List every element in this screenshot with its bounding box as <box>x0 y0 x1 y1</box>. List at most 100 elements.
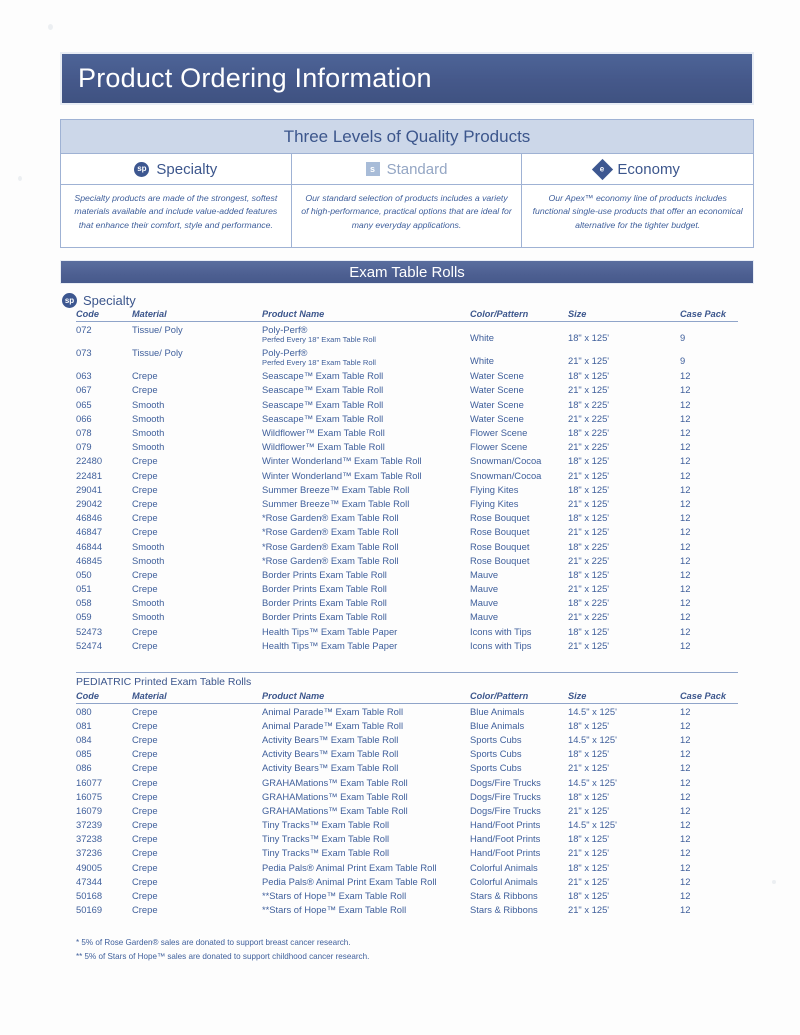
table-row: 080 Crepe Animal Parade™ Exam Table Roll Bl… <box>76 704 738 719</box>
column-header-product-name: Product Name <box>262 309 470 322</box>
column-header-code: Code <box>76 691 132 704</box>
table-row: 066 Smooth Seascape™ Exam Table Roll Water … <box>76 411 738 425</box>
quality-header-economy: e Economy <box>522 154 754 185</box>
cell-case-pack: 12 <box>680 847 691 859</box>
cell-code: 072 <box>76 323 92 335</box>
cell-size: 14.5" x 125' <box>568 733 617 745</box>
product-name-text: Poly-Perf® <box>262 323 308 335</box>
cell-size: 21" x 225' <box>568 412 610 424</box>
table-row: 059 Smooth Border Prints Exam Table Roll Ma… <box>76 610 738 624</box>
cell-product-name: Seascape™ Exam Table Roll <box>262 383 470 397</box>
cell-color-pattern: Hand/Foot Prints <box>470 819 541 831</box>
product-name-text: Winter Wonderland™ Exam Table Roll <box>262 469 422 481</box>
cell-product-name: Pedia Pals® Animal Print Exam Table Roll <box>262 874 470 888</box>
column-header-color-pattern: Color/Pattern <box>470 309 568 322</box>
cell-case-pack: 12 <box>680 819 691 831</box>
quality-column-standard: s Standard Our standard selection of pro… <box>291 154 523 248</box>
cell-size: 18" x 225' <box>568 540 610 552</box>
cell-code: 051 <box>76 583 92 595</box>
cell-product-name: Tiny Tracks™ Exam Table Roll <box>262 832 470 846</box>
cell-case-pack: 12 <box>680 833 691 845</box>
cell-material: Crepe <box>132 847 158 859</box>
product-name-text: Health Tips™ Exam Table Paper <box>262 639 398 651</box>
cell-product-name: Winter Wonderland™ Exam Table Roll <box>262 468 470 482</box>
cell-size: 18" x 225' <box>568 597 610 609</box>
table-row: 46846 Crepe *Rose Garden® Exam Table Roll R… <box>76 511 738 525</box>
pediatric-section-title: PEDIATRIC Printed Exam Table Rolls <box>76 676 252 688</box>
cell-code: 46847 <box>76 526 103 538</box>
cell-size: 18" x 125' <box>568 483 610 495</box>
cell-color-pattern: Mauve <box>470 583 499 595</box>
product-name-text: Pedia Pals® Animal Print Exam Table Roll <box>262 875 437 887</box>
product-name-text: Tiny Tracks™ Exam Table Roll <box>262 833 390 845</box>
cell-color-pattern: Water Scene <box>470 412 524 424</box>
cell-product-name: Border Prints Exam Table Roll <box>262 610 470 624</box>
quality-panel-heading: Three Levels of Quality Products <box>283 126 531 146</box>
cell-color-pattern: Dogs/Fire Trucks <box>470 776 541 788</box>
cell-case-pack: 12 <box>680 441 691 453</box>
table-row: 47344 Crepe Pedia Pals® Animal Print Exam … <box>76 874 738 888</box>
product-name-text: Animal Parade™ Exam Table Roll <box>262 705 404 717</box>
table-row: 49005 Crepe Pedia Pals® Animal Print Exam … <box>76 860 738 874</box>
column-header-code: Code <box>76 309 132 322</box>
specialty-badge-icon: sp <box>134 161 150 177</box>
cell-size: 21" x 125' <box>568 762 610 774</box>
cell-color-pattern: Flower Scene <box>470 427 528 439</box>
cell-size: 21" x 125' <box>568 355 610 367</box>
cell-color-pattern: Flying Kites <box>470 497 519 509</box>
cell-product-name: Poly-Perf® Perfed Every 18" Exam Table Ro… <box>262 322 470 346</box>
quality-header-specialty: sp Specialty <box>61 154 291 185</box>
cell-color-pattern: Water Scene <box>470 370 524 382</box>
cell-product-name: Summer Breeze™ Exam Table Roll <box>262 482 470 496</box>
product-name-text: GRAHAMations™ Exam Table Roll <box>262 804 408 816</box>
cell-case-pack: 12 <box>680 540 691 552</box>
product-name-text: Border Prints Exam Table Roll <box>262 583 387 595</box>
quality-description-economy: Our Apex™ economy line of products inclu… <box>532 193 743 230</box>
cell-size: 18" x 225' <box>568 398 610 410</box>
column-header-material: Material <box>132 691 262 704</box>
cell-code: 16077 <box>76 776 103 788</box>
cell-case-pack: 12 <box>680 639 691 651</box>
table-row: 46847 Crepe *Rose Garden® Exam Table Roll R… <box>76 525 738 539</box>
table-row: 29042 Crepe Summer Breeze™ Exam Table Roll… <box>76 496 738 510</box>
cell-code: 081 <box>76 719 92 731</box>
cell-product-name: Border Prints Exam Table Roll <box>262 596 470 610</box>
section-banner: Exam Table Rolls <box>60 260 754 284</box>
cell-product-name: Wildflower™ Exam Table Roll <box>262 440 470 454</box>
cell-material: Smooth <box>132 412 165 424</box>
cell-code: 22481 <box>76 469 103 481</box>
product-name-text: Poly-Perf® <box>262 346 308 358</box>
quality-label-economy: Economy <box>617 160 680 178</box>
cell-product-name: Summer Breeze™ Exam Table Roll <box>262 496 470 510</box>
cell-color-pattern: Blue Animals <box>470 705 525 717</box>
cell-material: Crepe <box>132 776 158 788</box>
economy-badge-letter: e <box>600 163 606 173</box>
table-row: 078 Smooth Wildflower™ Exam Table Roll Flow… <box>76 425 738 439</box>
product-name-text: Border Prints Exam Table Roll <box>262 597 387 609</box>
cell-case-pack: 12 <box>680 875 691 887</box>
product-name-text: **Stars of Hope™ Exam Table Roll <box>262 890 407 902</box>
cell-material: Crepe <box>132 833 158 845</box>
cell-color-pattern: Rose Bouquet <box>470 540 530 552</box>
cell-case-pack: 12 <box>680 483 691 495</box>
product-name-text: Animal Parade™ Exam Table Roll <box>262 719 404 731</box>
cell-product-name: Activity Bears™ Exam Table Roll <box>262 747 470 761</box>
cell-product-name: Tiny Tracks™ Exam Table Roll <box>262 846 470 860</box>
product-name-text: Summer Breeze™ Exam Table Roll <box>262 483 410 495</box>
cell-material: Crepe <box>132 861 158 873</box>
cell-size: 18" x 125' <box>568 332 610 343</box>
cell-color-pattern: Colorful Animals <box>470 861 538 873</box>
cell-size: 21" x 225' <box>568 611 610 623</box>
cell-case-pack: 12 <box>680 625 691 637</box>
cell-size: 18" x 125' <box>568 625 610 637</box>
cell-material: Crepe <box>132 483 158 495</box>
cell-material: Crepe <box>132 370 158 382</box>
product-name-subtext: Perfed Every 18" Exam Table Roll <box>262 358 376 368</box>
cell-code: 086 <box>76 762 92 774</box>
footnotes: * 5% of Rose Garden® sales are donated t… <box>76 936 676 964</box>
cell-code: 37238 <box>76 833 103 845</box>
cell-code: 46844 <box>76 540 103 552</box>
specialty-table-head: Code Material Product Name Color/Pattern… <box>76 309 738 322</box>
cell-code: 50168 <box>76 890 103 902</box>
cell-material: Crepe <box>132 890 158 902</box>
